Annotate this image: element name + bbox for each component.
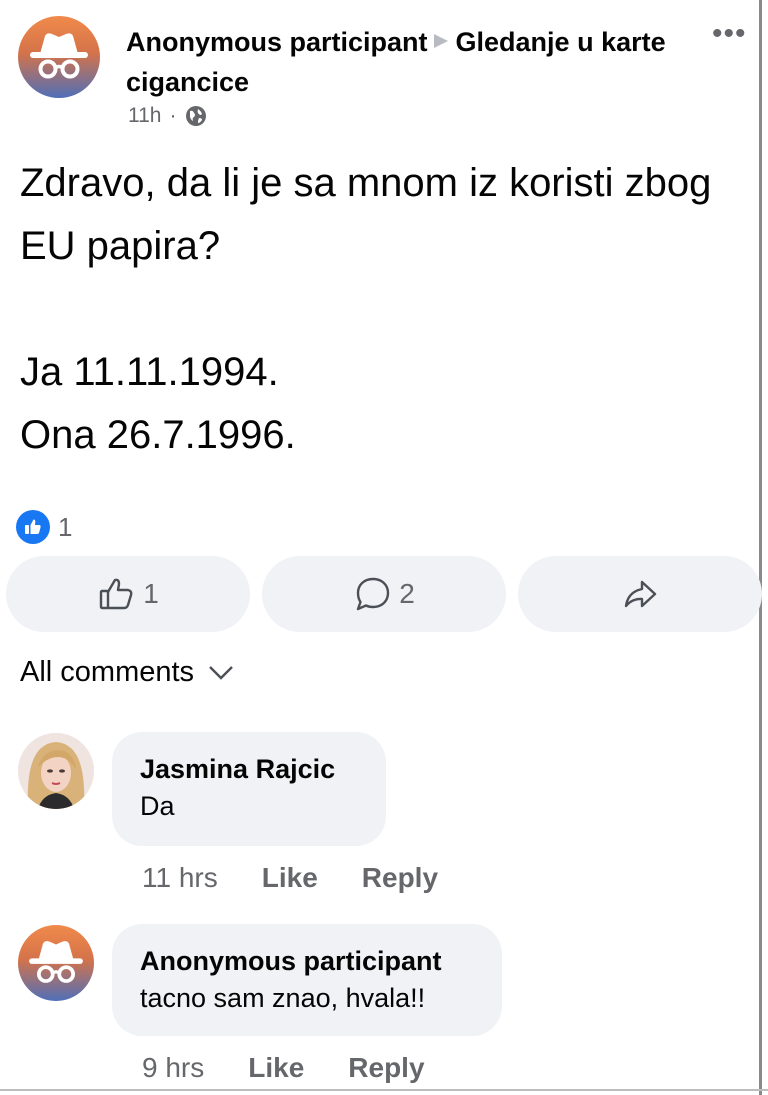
post-text: Zdravo, da li je sa mnom iz koristi zbog…: [20, 161, 712, 457]
comments-filter-label: All comments: [20, 656, 195, 688]
comment-text: Da: [140, 791, 175, 821]
window-edge-bottom: [0, 1089, 768, 1091]
comment-author[interactable]: Jasmina Rajcic: [140, 752, 358, 786]
thumbs-up-icon: [100, 578, 133, 610]
comment-actions: 11 hrs Like Reply: [142, 862, 438, 894]
like-count: 1: [143, 578, 159, 609]
anonymous-avatar-icon: [29, 941, 83, 983]
comment-time[interactable]: 11 hrs: [142, 862, 218, 894]
comment-count: 2: [399, 578, 415, 609]
comment-button[interactable]: 2: [262, 556, 506, 632]
meta-separator: ·: [169, 104, 177, 127]
comment-like-button[interactable]: Like: [262, 862, 318, 894]
comment-reply-button[interactable]: Reply: [362, 862, 438, 894]
share-button[interactable]: [518, 556, 762, 632]
comments-filter-dropdown[interactable]: All comments: [20, 656, 234, 689]
share-arrow-icon: [624, 580, 657, 608]
post-time[interactable]: 11h: [128, 104, 161, 128]
anonymous-avatar-icon: [30, 33, 88, 79]
like-button[interactable]: 1: [6, 556, 250, 632]
reaction-summary[interactable]: 1: [16, 510, 72, 544]
author-avatar[interactable]: [18, 16, 100, 98]
post-author-line: Anonymous participant Gledanje u karte ci…: [126, 22, 686, 102]
arrow-right-icon: [433, 34, 448, 48]
comment-bubble: Jasmina Rajcic Da: [112, 732, 386, 846]
profile-photo: [18, 733, 94, 809]
window-edge-right: [759, 0, 762, 1095]
globe-icon: [186, 106, 207, 126]
comment-like-button[interactable]: Like: [248, 1052, 304, 1084]
post-author-name[interactable]: Anonymous participant: [126, 27, 428, 57]
comment-text: tacno sam znao, hvala!!: [140, 983, 426, 1013]
comment-author[interactable]: Anonymous participant: [140, 944, 474, 978]
like-reaction-icon: [16, 510, 50, 544]
more-options-button[interactable]: •••: [712, 19, 747, 49]
comment-time[interactable]: 9 hrs: [142, 1052, 204, 1084]
reaction-count: 1: [58, 511, 73, 542]
commenter-avatar[interactable]: [18, 925, 94, 1001]
comment-bubble: Anonymous participant tacno sam znao, hv…: [112, 924, 502, 1036]
post-meta: 11h ·: [128, 104, 208, 128]
comment-actions: 9 hrs Like Reply: [142, 1052, 425, 1084]
chevron-down-icon: [209, 665, 233, 680]
comment-bubble-icon: [357, 577, 390, 611]
commenter-avatar[interactable]: [18, 733, 94, 809]
comment-reply-button[interactable]: Reply: [348, 1052, 424, 1084]
